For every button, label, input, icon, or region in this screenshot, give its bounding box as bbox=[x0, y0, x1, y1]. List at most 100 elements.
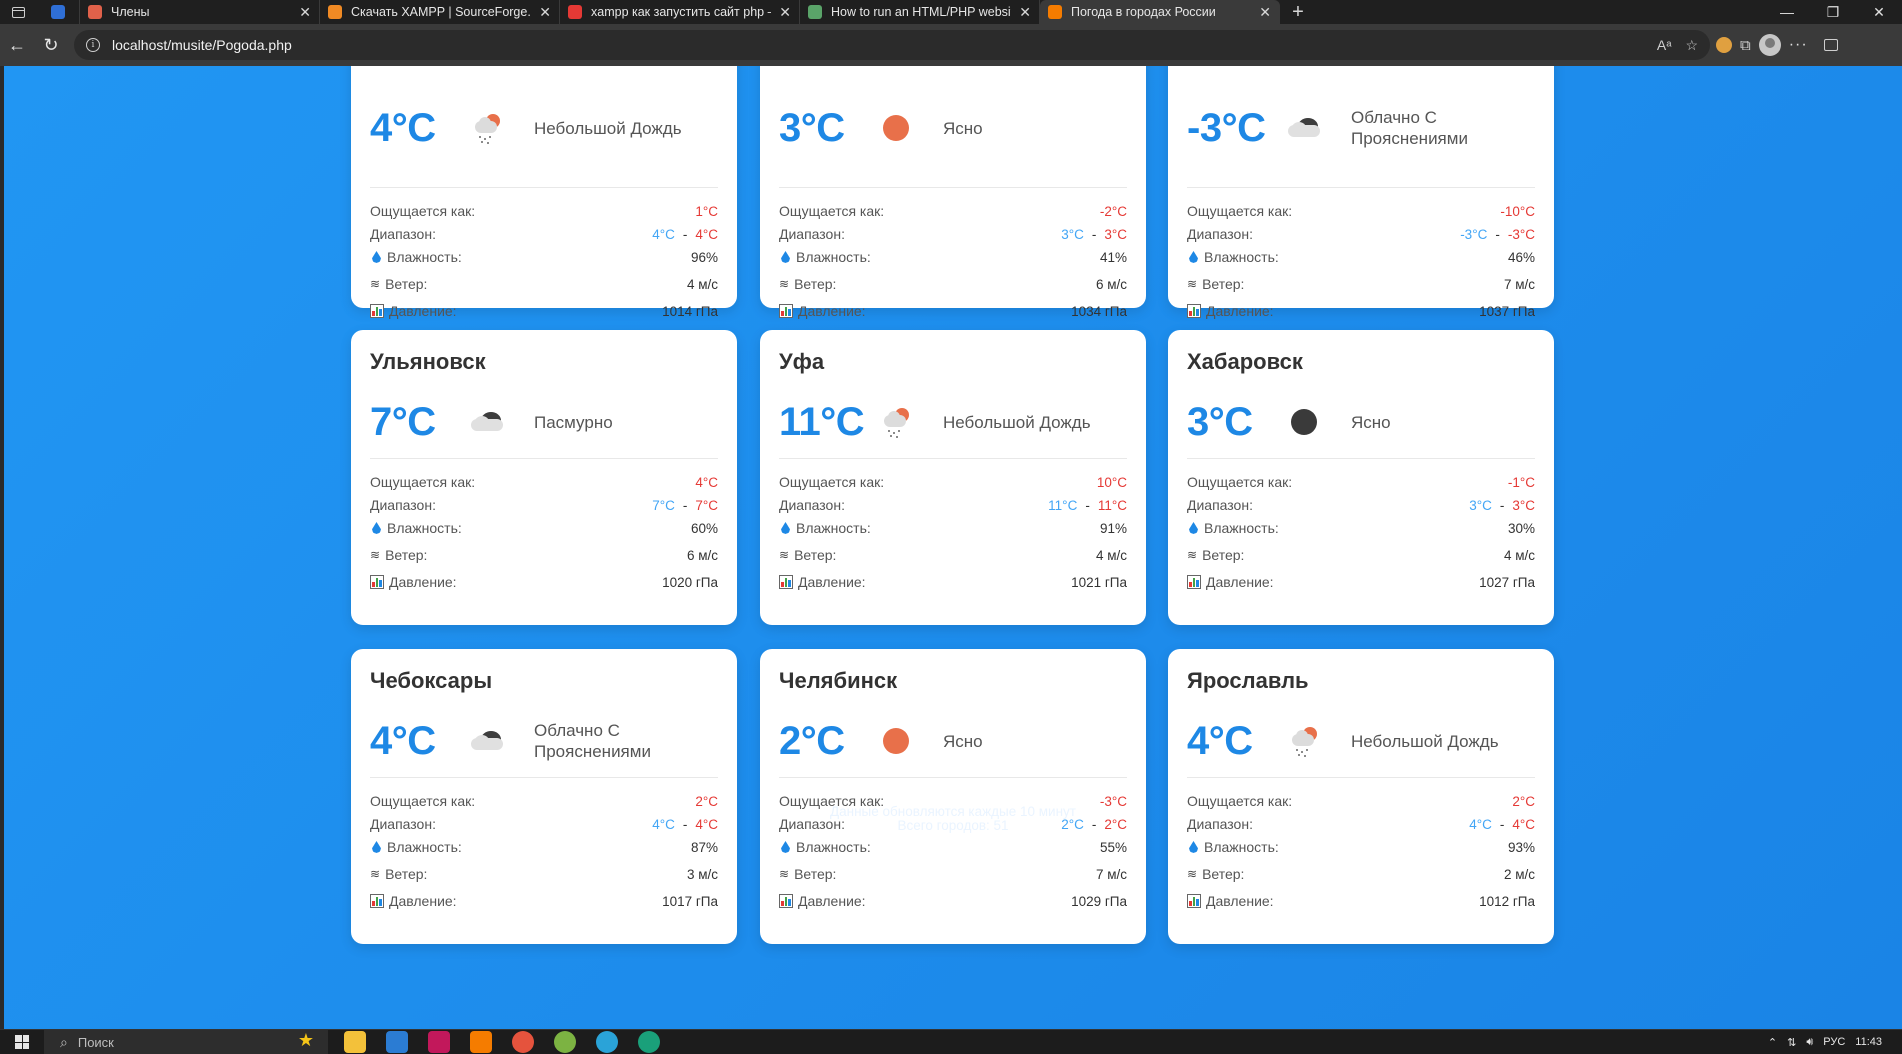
wind-label: Ветер: bbox=[794, 547, 837, 563]
droplet-icon bbox=[781, 841, 790, 853]
cloud-icon bbox=[465, 400, 509, 444]
back-button[interactable]: ← bbox=[0, 28, 34, 62]
new-tab-button[interactable]: + bbox=[1280, 0, 1316, 24]
humidity-label-wrap: Влажность: bbox=[1187, 839, 1279, 855]
wind-label-wrap: ≋ Ветер: bbox=[1187, 276, 1244, 292]
close-window-button[interactable]: ✕ bbox=[1856, 0, 1902, 24]
range-label: Диапазон: bbox=[779, 497, 845, 513]
temperature-row: -3°C Облачно С Прояснениями bbox=[1187, 102, 1535, 154]
tab-close-icon[interactable]: ✕ bbox=[299, 4, 311, 21]
wind-icon: ≋ bbox=[779, 867, 790, 881]
tab-close-icon[interactable]: ✕ bbox=[1259, 4, 1271, 21]
vertical-tabs-button[interactable] bbox=[0, 0, 36, 24]
tab-favicon-icon bbox=[808, 5, 822, 19]
windows-logo-icon bbox=[15, 1035, 29, 1049]
chrome-icon[interactable] bbox=[512, 1031, 534, 1053]
minimize-button[interactable]: — bbox=[1764, 0, 1810, 24]
range-max: 3°C bbox=[1104, 226, 1127, 242]
browser-tab[interactable]: How to run an HTML/PHP website ✕ bbox=[800, 0, 1040, 24]
feels-like-label: Ощущается как: bbox=[779, 474, 885, 490]
start-button[interactable] bbox=[0, 1030, 44, 1054]
feels-like-label: Ощущается как: bbox=[370, 203, 476, 219]
tab-favicon-icon bbox=[50, 5, 65, 19]
taskbar-search[interactable]: ⌕ Поиск ★ bbox=[44, 1029, 328, 1054]
temperature: 4°C bbox=[370, 718, 436, 763]
humidity-label: Влажность: bbox=[1204, 249, 1279, 265]
temperature: 11°C bbox=[779, 399, 865, 444]
tab-close-icon[interactable]: ✕ bbox=[539, 4, 551, 21]
feels-like-value: -2°C bbox=[1099, 203, 1127, 219]
read-aloud-icon[interactable]: Aᵃ bbox=[1657, 37, 1672, 54]
wind-icon: ≋ bbox=[370, 277, 381, 291]
network-icon[interactable]: ⇅ bbox=[1787, 1036, 1796, 1049]
feels-like-row: Ощущается как: -10°C bbox=[1187, 202, 1535, 220]
info-icon[interactable]: i bbox=[86, 38, 100, 52]
more-options-icon[interactable]: ··· bbox=[1789, 36, 1808, 54]
pressure-value: 1014 гПа bbox=[662, 303, 718, 319]
temperature-row: 4°C Небольшой Дождь bbox=[370, 102, 718, 154]
clock[interactable]: 11:43 bbox=[1855, 1036, 1882, 1048]
address-bar[interactable]: i localhost/musite/Pogoda.php Aᵃ ☆ bbox=[74, 30, 1710, 60]
range-max: -3°C bbox=[1507, 226, 1535, 242]
temperature: -3°C bbox=[1187, 105, 1266, 150]
range-row: Диапазон: 4°C -4°C bbox=[370, 225, 718, 243]
sidebar-toggle-icon[interactable] bbox=[1823, 39, 1838, 51]
wind-icon: ≋ bbox=[1187, 867, 1198, 881]
weather-card: -3°C Облачно С Прояснениями Ощущается как:… bbox=[1168, 66, 1554, 319]
pressure-label: Давление: bbox=[1206, 893, 1274, 909]
weather-card: 4°C Небольшой Дождь Ощущается как: 1°C Диапа… bbox=[351, 66, 737, 319]
file-explorer-icon[interactable] bbox=[344, 1031, 366, 1053]
refresh-button[interactable]: ↻ bbox=[34, 28, 68, 62]
xampp-icon[interactable] bbox=[470, 1031, 492, 1053]
pinned-tab[interactable] bbox=[36, 0, 80, 24]
telegram-icon[interactable] bbox=[596, 1031, 618, 1053]
volume-icon[interactable]: 🔊︎ bbox=[1806, 1036, 1813, 1049]
wind-label: Ветер: bbox=[385, 547, 428, 563]
app-icon[interactable] bbox=[554, 1031, 576, 1053]
restore-button[interactable]: ❐ bbox=[1810, 0, 1856, 24]
browser-tab[interactable]: Члены ✕ bbox=[80, 0, 320, 24]
rain-icon bbox=[874, 400, 918, 444]
pressure-label: Давление: bbox=[389, 303, 457, 319]
humidity-row: Влажность: 30% bbox=[1187, 519, 1535, 537]
weather-card: Хабаровск 3°C Ясно Ощущается как: -1°C Диапаз… bbox=[1168, 330, 1554, 625]
edge-icon[interactable] bbox=[638, 1031, 660, 1053]
profile-avatar[interactable] bbox=[1758, 34, 1781, 56]
language-indicator[interactable]: РУС bbox=[1823, 1036, 1845, 1048]
range-min: 4°C bbox=[652, 226, 675, 242]
page-viewport: 4°C Небольшой Дождь Ощущается как: 1°C Диапа… bbox=[0, 66, 1902, 1029]
chevron-up-icon[interactable]: ⌃ bbox=[1768, 1036, 1777, 1049]
range-value: 3°C -3°C bbox=[1469, 498, 1535, 513]
bar-chart-icon bbox=[779, 304, 793, 318]
range-label: Диапазон: bbox=[370, 497, 436, 513]
range-label: Диапазон: bbox=[1187, 497, 1253, 513]
humidity-label: Влажность: bbox=[796, 839, 871, 855]
ide-icon[interactable] bbox=[428, 1031, 450, 1053]
browser-tab[interactable]: Погода в городах России ✕ bbox=[1040, 0, 1280, 24]
extensions-puzzle-icon[interactable]: ⧉ bbox=[1740, 37, 1751, 54]
tab-close-icon[interactable]: ✕ bbox=[1019, 4, 1031, 21]
feels-like-value: 1°C bbox=[695, 203, 718, 219]
bar-chart-icon bbox=[1187, 304, 1201, 318]
temperature-row: 3°C Ясно bbox=[1187, 396, 1535, 448]
humidity-value: 46% bbox=[1507, 249, 1535, 265]
bar-chart-icon bbox=[370, 894, 384, 908]
tab-close-icon[interactable]: ✕ bbox=[779, 4, 791, 21]
browser-tab[interactable]: Скачать XAMPP | SourceForge.ne ✕ bbox=[320, 0, 560, 24]
weather-description: Ясно bbox=[1351, 412, 1391, 432]
vscode-icon[interactable] bbox=[386, 1031, 408, 1053]
range-separator: - bbox=[682, 226, 688, 242]
browser-tab-strip: Члены ✕ Скачать XAMPP | SourceForge.ne ✕ xam… bbox=[0, 0, 1902, 24]
feels-like-row: Ощущается как: 10°C bbox=[779, 473, 1127, 491]
browser-tab[interactable]: xampp как запустить сайт php — ✕ bbox=[560, 0, 800, 24]
weather-description: Небольшой Дождь bbox=[1351, 731, 1499, 751]
extension-icon[interactable] bbox=[1716, 37, 1732, 53]
droplet-icon bbox=[372, 251, 381, 263]
card-divider bbox=[1187, 458, 1535, 459]
wind-value: 6 м/с bbox=[1095, 276, 1127, 292]
url-text[interactable]: localhost/musite/Pogoda.php bbox=[112, 37, 292, 53]
range-separator: - bbox=[682, 497, 688, 513]
favorite-star-icon[interactable]: ☆ bbox=[1685, 37, 1698, 54]
pressure-row: Давление: 1017 гПа bbox=[370, 892, 718, 910]
wind-label: Ветер: bbox=[1202, 276, 1245, 292]
